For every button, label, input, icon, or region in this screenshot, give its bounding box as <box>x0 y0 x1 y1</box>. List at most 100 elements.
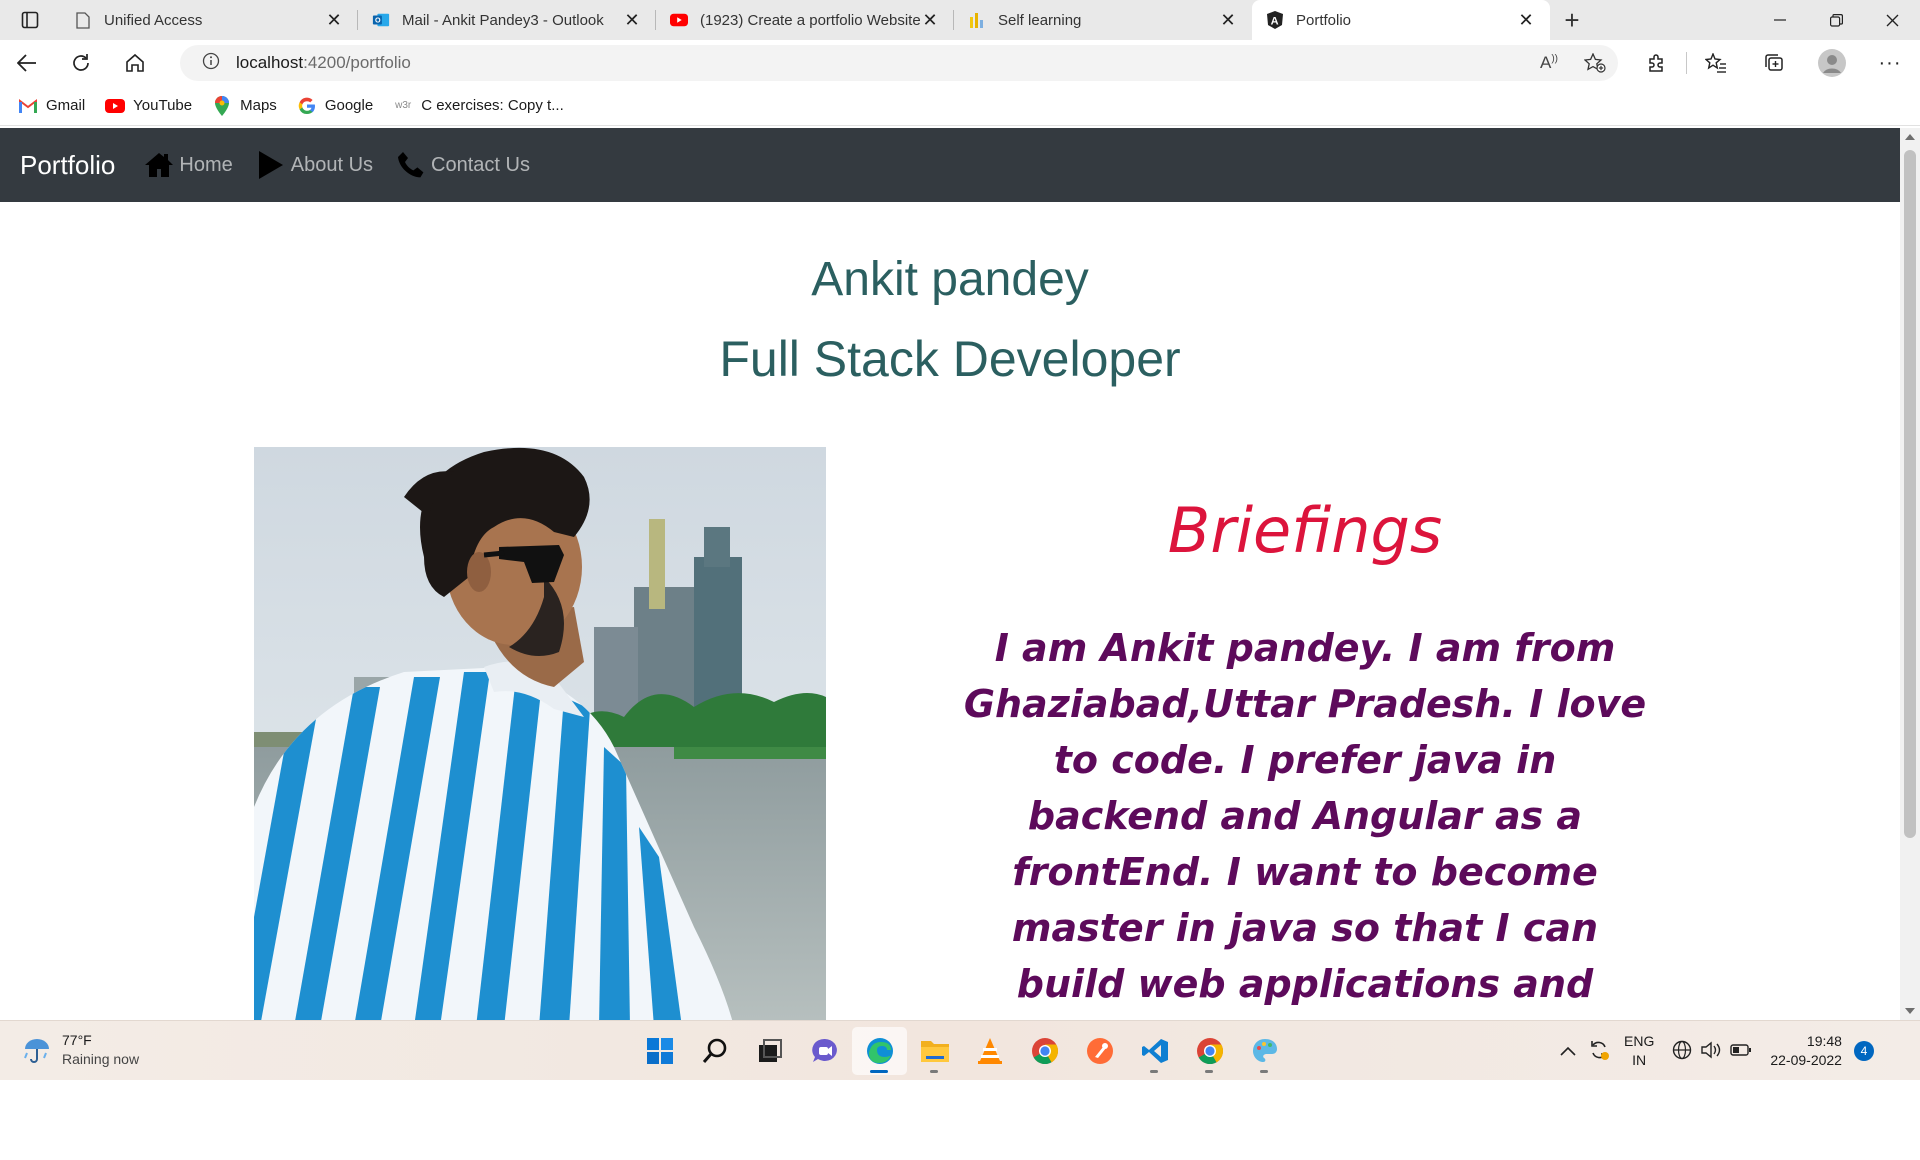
paint-icon <box>1252 1039 1277 1062</box>
close-window-button[interactable] <box>1864 0 1920 40</box>
browser-tab[interactable]: Self learning ✕ <box>954 0 1252 40</box>
clock[interactable]: 19:48 22-09-2022 <box>1770 1032 1842 1070</box>
profile-button[interactable] <box>1803 49 1861 77</box>
avatar-icon <box>1818 49 1846 77</box>
close-tab-icon[interactable]: ✕ <box>622 10 642 30</box>
back-button[interactable] <box>0 40 54 86</box>
vlc-icon <box>977 1038 1002 1064</box>
search-button[interactable] <box>687 1027 742 1075</box>
vscode-icon <box>1141 1039 1168 1063</box>
close-tab-icon[interactable]: ✕ <box>1218 10 1238 30</box>
scrollbar-thumb[interactable] <box>1904 150 1916 838</box>
collections-icon <box>1765 54 1783 71</box>
hero-role: Full Stack Developer <box>719 331 1181 387</box>
vlc-button[interactable] <box>962 1027 1017 1075</box>
new-tab-button[interactable]: + <box>1550 0 1594 40</box>
nav-link-label: About Us <box>290 153 374 176</box>
browser-tab-strip: Unified Access ✕ O Mail - Ankit Pandey3 … <box>0 0 1920 40</box>
teams-chat-button[interactable] <box>797 1027 852 1075</box>
task-view-button[interactable] <box>742 1027 797 1075</box>
about-paragraph: I am Ankit pandey. I am from Ghaziabad,U… <box>963 626 1647 1020</box>
volume-icon[interactable] <box>1700 1040 1722 1063</box>
input-language[interactable]: ENG IN <box>1624 1032 1654 1070</box>
battery-icon[interactable] <box>1730 1043 1752 1060</box>
refresh-button[interactable] <box>54 40 108 86</box>
paint-button[interactable] <box>1237 1027 1292 1075</box>
collections-button[interactable] <box>1745 53 1803 73</box>
file-explorer-button[interactable] <box>907 1027 962 1075</box>
browser-tab-active[interactable]: A Portfolio ✕ <box>1252 0 1550 40</box>
minimize-icon <box>1774 19 1786 21</box>
weather-widget[interactable]: 77°F Raining now <box>22 1031 139 1069</box>
maps-icon <box>212 95 232 116</box>
address-bar[interactable]: localhost:4200/portfolio A)) <box>180 45 1618 81</box>
nav-link-about[interactable]: About Us <box>255 150 373 180</box>
youtube-icon <box>105 96 126 116</box>
tab-actions-icon <box>21 11 39 29</box>
gmail-icon <box>18 96 38 116</box>
svg-text:A: A <box>1271 16 1279 28</box>
close-tab-icon[interactable]: ✕ <box>1516 10 1536 30</box>
bookmark-label: YouTube <box>133 97 193 114</box>
notification-badge[interactable]: 4 <box>1853 1041 1874 1061</box>
page-icon <box>74 11 92 29</box>
region-code: IN <box>1632 1052 1647 1068</box>
rain-umbrella-icon <box>24 1039 49 1063</box>
settings-more-button[interactable]: ··· <box>1861 52 1919 75</box>
minimize-button[interactable] <box>1752 0 1808 40</box>
chrome-icon <box>1031 1038 1058 1065</box>
active-indicator <box>870 1070 888 1073</box>
extensions-button[interactable] <box>1628 53 1686 73</box>
network-globe-icon[interactable] <box>1672 1040 1692 1063</box>
home-icon <box>143 150 175 180</box>
nav-link-home[interactable]: Home <box>143 150 233 180</box>
scroll-up-arrow-icon[interactable] <box>1905 134 1915 140</box>
running-indicator <box>1205 1070 1213 1073</box>
close-tab-icon[interactable]: ✕ <box>324 10 344 30</box>
weather-status: Raining now <box>62 1051 140 1067</box>
page-scrollbar[interactable] <box>1900 128 1920 1020</box>
chrome-button[interactable] <box>1017 1027 1072 1075</box>
read-aloud-icon: A)) <box>1539 53 1558 72</box>
bookmark-gmail[interactable]: Gmail <box>18 96 85 116</box>
bookmark-youtube[interactable]: YouTube <box>105 96 192 116</box>
browser-tab[interactable]: (1923) Create a portfolio Website ✕ <box>656 0 954 40</box>
bookmark-google[interactable]: Google <box>297 96 373 116</box>
close-tab-icon[interactable]: ✕ <box>920 10 940 30</box>
browser-toolbar: localhost:4200/portfolio A)) ··· <box>0 40 1920 86</box>
url-path: :4200/portfolio <box>303 53 411 72</box>
nav-link-label: Home <box>179 153 233 176</box>
more-icon: ··· <box>1878 51 1902 74</box>
browser-tab[interactable]: Unified Access ✕ <box>60 0 358 40</box>
bookmark-label: C exercises: Copy t... <box>421 97 564 114</box>
home-button[interactable] <box>108 40 162 86</box>
page-viewport: Portfolio Home About Us Contact Us Ankit… <box>0 128 1920 1020</box>
site-info-icon[interactable] <box>202 52 220 75</box>
tab-actions-menu-button[interactable] <box>0 0 60 40</box>
start-button[interactable] <box>632 1027 687 1075</box>
clock-date: 22-09-2022 <box>1770 1052 1842 1068</box>
sync-icon[interactable] <box>1588 1039 1610 1064</box>
vscode-button[interactable] <box>1127 1027 1182 1075</box>
briefings-heading: Briefings <box>1167 494 1443 567</box>
add-favorite-button[interactable] <box>1572 53 1618 73</box>
postman-button[interactable] <box>1072 1027 1127 1075</box>
scroll-down-arrow-icon[interactable] <box>1905 1008 1915 1014</box>
bookmark-c-exercises[interactable]: w3r C exercises: Copy t... <box>393 96 564 116</box>
plus-icon: + <box>1564 4 1580 35</box>
play-icon <box>255 150 287 180</box>
restore-icon <box>1829 13 1843 27</box>
running-indicator <box>1260 1070 1268 1073</box>
read-aloud-button[interactable]: A)) <box>1526 53 1572 73</box>
browser-tab[interactable]: O Mail - Ankit Pandey3 - Outlook ✕ <box>358 0 656 40</box>
restore-button[interactable] <box>1808 0 1864 40</box>
favorites-button[interactable] <box>1687 53 1745 73</box>
tab-title: Mail - Ankit Pandey3 - Outlook <box>402 11 604 29</box>
chrome-profile-button[interactable] <box>1182 1027 1237 1075</box>
blank-area-below-screen <box>0 1080 1920 1160</box>
chevron-up-icon[interactable] <box>1560 1043 1576 1059</box>
nav-link-contact[interactable]: Contact Us <box>395 150 530 180</box>
edge-button[interactable] <box>852 1027 907 1075</box>
navbar-brand[interactable]: Portfolio <box>20 150 115 181</box>
bookmark-maps[interactable]: Maps <box>212 95 277 116</box>
